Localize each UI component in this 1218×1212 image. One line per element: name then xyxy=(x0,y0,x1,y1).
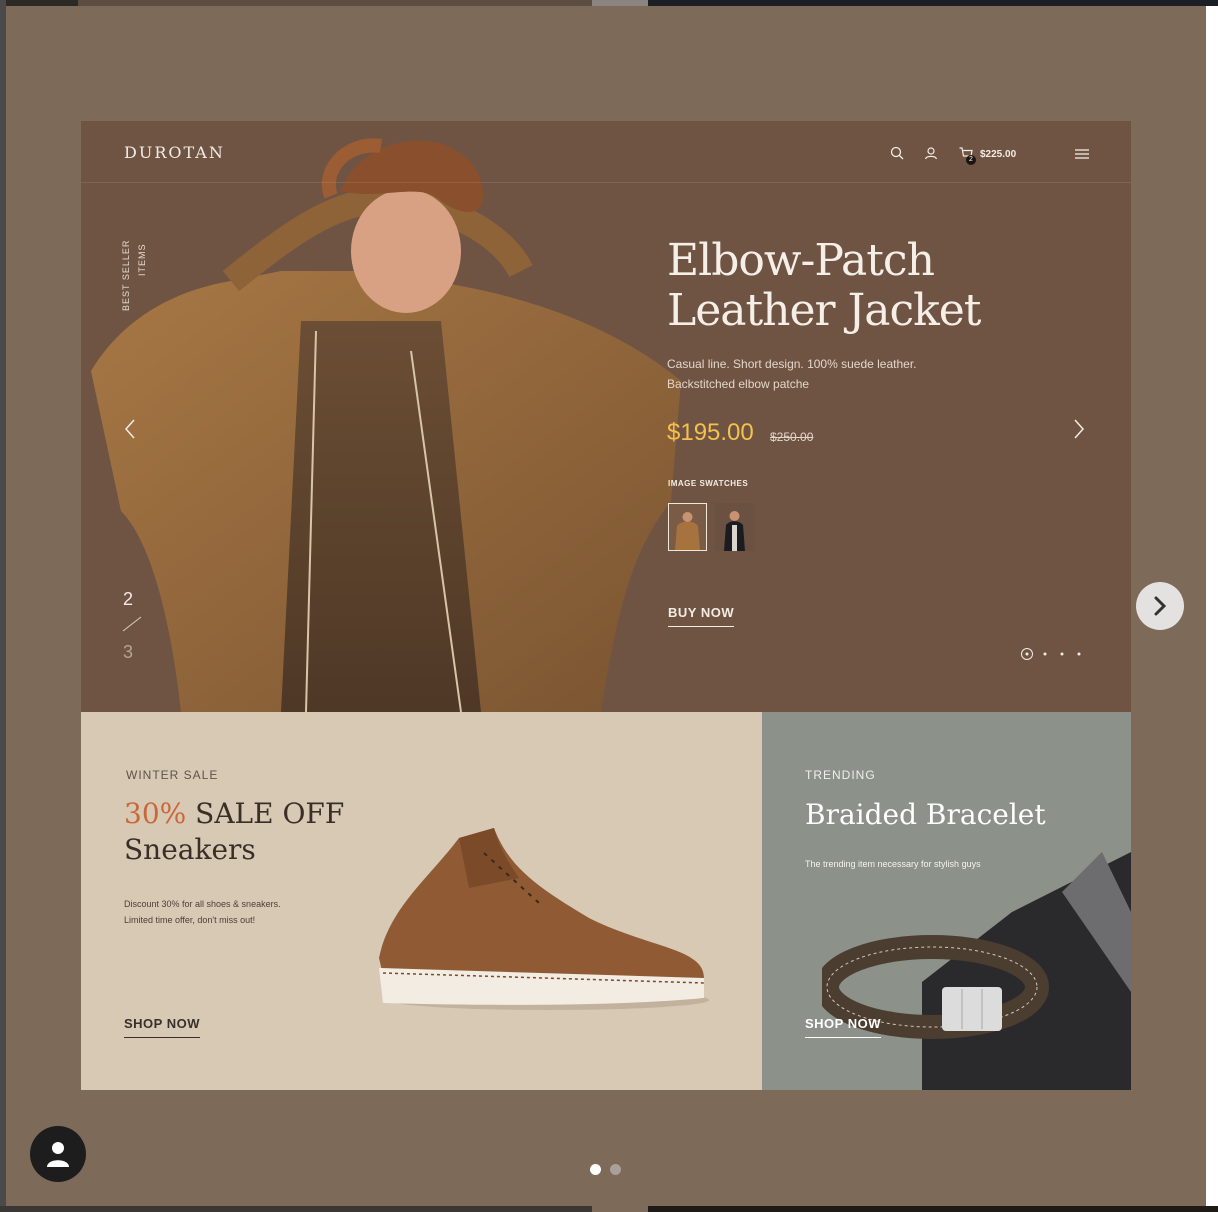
navbar: DUROTAN 2 $225.00 xyxy=(81,121,1131,183)
background-fragment xyxy=(0,1206,592,1212)
product-title-line-2: Leather Jacket xyxy=(667,285,981,336)
cart-count-badge: 2 xyxy=(966,155,976,165)
product-title-line-1: Elbow-Patch xyxy=(667,235,935,286)
sale-headline-rest: SALE OFF xyxy=(186,797,345,830)
counter-divider xyxy=(122,616,142,632)
side-label-best-seller: BEST SELLER xyxy=(121,239,131,311)
shop-now-sneakers-button[interactable]: SHOP NOW xyxy=(124,1016,200,1038)
pager-dot[interactable] xyxy=(610,1164,621,1175)
swatches-label: IMAGE SWATCHES xyxy=(668,479,749,488)
side-label-items: ITEMS xyxy=(137,243,147,276)
buy-now-button[interactable]: BUY NOW xyxy=(668,605,735,627)
brand-logo[interactable]: DUROTAN xyxy=(124,143,225,162)
search-icon[interactable] xyxy=(889,145,905,161)
sale-description-line-2: Limited time offer, don't miss out! xyxy=(124,915,256,925)
swatch-black-thumbnail xyxy=(715,503,754,551)
user-avatar-button[interactable] xyxy=(30,1126,86,1182)
background-fragment xyxy=(1206,6,1218,1206)
bracelet-image xyxy=(822,852,1131,1090)
swatch-brown-jacket[interactable] xyxy=(668,503,707,551)
viewer-page: DUROTAN 2 $225.00 BEST SELLER ITEMS 2 3 … xyxy=(0,0,1218,1212)
sale-percent: 30% xyxy=(124,797,187,830)
model-jacket-image xyxy=(91,138,681,712)
product-old-price: $250.00 xyxy=(770,430,814,444)
slide-counter-next: 3 xyxy=(123,642,134,662)
chevron-right-icon xyxy=(1154,596,1167,616)
swatch-black-jacket[interactable] xyxy=(715,503,754,551)
hero-section: DUROTAN 2 $225.00 BEST SELLER ITEMS 2 3 … xyxy=(81,121,1131,712)
chevron-right-icon[interactable] xyxy=(1072,417,1086,441)
trending-description: The trending item necessary for stylish … xyxy=(805,859,981,869)
website-mockup: DUROTAN 2 $225.00 BEST SELLER ITEMS 2 3 … xyxy=(81,121,1131,1090)
pager-dot-active[interactable] xyxy=(590,1164,601,1175)
sneaker-image xyxy=(379,828,709,1010)
user-icon[interactable] xyxy=(923,145,939,161)
background-fragment xyxy=(0,0,78,6)
sale-description: Discount 30% for all shoes & sneakers. L… xyxy=(124,896,324,928)
image-pager xyxy=(590,1164,622,1176)
chevron-left-icon[interactable] xyxy=(123,417,137,441)
background-fragment xyxy=(592,0,648,6)
product-price: $195.00 xyxy=(667,419,754,446)
sale-headline: 30% SALE OFF Sneakers xyxy=(124,796,344,868)
background-fragment xyxy=(648,0,1218,6)
background-fragment xyxy=(78,0,592,6)
swatch-brown-thumbnail xyxy=(669,504,706,550)
slide-dot xyxy=(1043,652,1047,656)
trending-headline: Braided Bracelet xyxy=(805,798,1046,831)
winter-sale-banner: WINTER SALE 30% SALE OFF Sneakers Discou… xyxy=(81,712,762,1090)
slide-dot xyxy=(1060,652,1064,656)
trending-banner: TRENDING Braided Bracelet The trending i… xyxy=(762,712,1131,1090)
sale-description-line-1: Discount 30% for all shoes & sneakers. xyxy=(124,899,281,909)
person-icon xyxy=(47,1142,69,1167)
slide-dot xyxy=(1077,652,1081,656)
menu-icon[interactable] xyxy=(1075,149,1089,159)
cart-total[interactable]: $225.00 xyxy=(980,149,1016,160)
slide-counter-current: 2 xyxy=(123,589,134,609)
shop-now-bracelet-button[interactable]: SHOP NOW xyxy=(805,1016,881,1038)
slide-dot xyxy=(1025,652,1029,656)
product-description: Casual line. Short design. 100% suede le… xyxy=(667,357,917,391)
product-title: Elbow-Patch Leather Jacket xyxy=(667,235,981,336)
next-image-button[interactable] xyxy=(1136,582,1184,630)
sale-tag: WINTER SALE xyxy=(126,768,219,782)
background-fragment xyxy=(648,1206,1218,1212)
trending-tag: TRENDING xyxy=(805,768,876,782)
background-fragment xyxy=(0,0,6,1212)
slide-dots xyxy=(1021,648,1081,660)
sale-headline-line-2: Sneakers xyxy=(124,833,256,866)
